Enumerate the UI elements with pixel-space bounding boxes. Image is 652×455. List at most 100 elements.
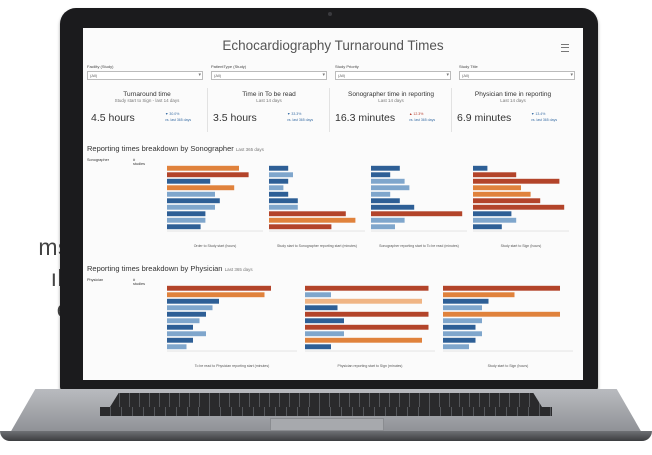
chart-bar — [371, 224, 395, 230]
physician-section: Reporting times breakdown by Physician L… — [87, 264, 579, 374]
camera-icon — [328, 12, 332, 16]
kpi-delta-note: vs. last 365 days — [409, 118, 436, 122]
chart-bar — [167, 344, 187, 350]
chart-bar — [443, 324, 476, 330]
kpi-delta-note: vs. last 365 days — [531, 118, 558, 122]
chart-bar — [443, 344, 469, 350]
chart-bar — [473, 178, 560, 184]
kpi-delta: ▼ 13.4% — [531, 112, 546, 116]
chart-bar — [269, 198, 298, 204]
kpi-delta: ▼ 30.0% — [165, 112, 180, 116]
chart-bar — [443, 285, 560, 291]
kpi-title: Sonographer time in reporting — [348, 91, 434, 98]
chart-bar — [269, 217, 356, 223]
kpi-delta-note: vs. last 365 days — [165, 118, 192, 122]
chart-bar — [443, 318, 482, 324]
kpi-delta: ▼ 33.3% — [287, 112, 302, 116]
chart-bar — [167, 172, 249, 178]
chart-bar — [167, 224, 201, 230]
chart-bar — [473, 185, 521, 191]
filter-select[interactable]: (All) — [211, 71, 327, 80]
chart-bar — [167, 198, 220, 204]
kpi-delta: ▲ 12.3% — [409, 112, 424, 116]
laptop-base-lip — [0, 431, 652, 441]
filter-select[interactable]: (All) — [87, 71, 203, 80]
chart-bar — [371, 185, 410, 191]
chart-bar — [167, 204, 215, 210]
filter-facility[interactable]: Facility (Study) (All) — [87, 64, 203, 80]
chart-bar — [167, 191, 215, 197]
chart-bar — [269, 204, 298, 210]
kpi-subtitle: Last 14 days — [500, 98, 526, 103]
chart-bar — [305, 311, 429, 317]
dashboard-screen: Echocardiography Turnaround Times Facili… — [83, 28, 583, 380]
kpi-subtitle: Last 14 days — [378, 98, 404, 103]
axis-title: Order to Study start (hours) — [193, 244, 237, 248]
kpi-value: 16.3 minutes — [335, 112, 396, 124]
chart-bar — [269, 211, 346, 217]
chart-bar — [269, 185, 284, 191]
chart-bar — [305, 344, 331, 350]
chart-bar — [371, 211, 463, 217]
chart-bar — [473, 165, 488, 171]
keyboard — [110, 393, 542, 407]
kpi-physician-time: Physician time in reporting Last 14 days… — [453, 88, 573, 132]
trackpad — [270, 418, 384, 431]
kpi-delta-note: vs. last 365 days — [287, 118, 314, 122]
chart-bar — [167, 178, 211, 184]
chart-bar — [443, 331, 482, 337]
chart-bar — [167, 337, 193, 343]
physician-bar-charts — [167, 285, 573, 352]
chart-bar — [473, 204, 565, 210]
chart-bar — [167, 324, 193, 330]
chart-bar — [371, 178, 405, 184]
chart-bar — [167, 165, 239, 171]
chart-bar — [473, 217, 517, 223]
chart-bar — [443, 305, 482, 311]
menu-icon[interactable] — [561, 44, 569, 52]
dashboard-title: Echocardiography Turnaround Times — [222, 38, 444, 53]
kpi-title: Time in To be read — [242, 91, 296, 98]
chart-bar — [371, 191, 391, 197]
filter-patient-type[interactable]: PatientType (Study) (All) — [211, 64, 327, 80]
chart-bar — [305, 298, 422, 304]
chart-bar — [305, 324, 429, 330]
sonographer-section: Reporting times breakdown by Sonographer… — [87, 144, 579, 254]
chart-bar — [305, 331, 344, 337]
axis-title: Sonographer reporting start to To be rea… — [379, 244, 459, 248]
chart-bar — [167, 318, 200, 324]
axis-title: To be read to Physician reporting start … — [194, 364, 270, 368]
kpi-value: 3.5 hours — [213, 112, 257, 124]
chart-bar — [473, 224, 502, 230]
chart-bar — [167, 305, 213, 311]
chart-bar — [371, 172, 391, 178]
chart-bar — [269, 178, 289, 184]
chart-bar — [167, 211, 206, 217]
kpi-value: 6.9 minutes — [457, 112, 512, 124]
chart-bar — [269, 224, 332, 230]
chart-bar — [305, 337, 422, 343]
chart-bar — [473, 198, 541, 204]
chart-bar — [167, 217, 206, 223]
filter-study-priority[interactable]: Study Priority (All) — [335, 64, 451, 80]
kpi-sonographer-time: Sonographer time in reporting Last 14 da… — [331, 88, 452, 132]
chart-bar — [167, 298, 219, 304]
chart-bar — [167, 292, 265, 298]
kpi-title: Turnaround time — [123, 91, 171, 98]
filter-study-title[interactable]: Study Title (All) — [459, 64, 575, 80]
filter-select[interactable]: (All) — [335, 71, 451, 80]
chart-bar — [305, 292, 331, 298]
chart-bar — [473, 172, 517, 178]
chart-bar — [305, 305, 338, 311]
filter-bar: Facility (Study) (All) PatientType (Stud… — [87, 64, 579, 84]
filter-select[interactable]: (All) — [459, 71, 575, 80]
kpi-row: Turnaround time Study start to Sign - la… — [87, 88, 579, 132]
filter-label: Study Priority — [335, 64, 359, 69]
kpi-subtitle: Study start to Sign - last 14 days — [114, 98, 180, 103]
chart-bar — [305, 285, 429, 291]
sonographer-bar-charts — [167, 165, 569, 232]
filter-label: PatientType (Study) — [211, 64, 247, 69]
chart-bar — [305, 318, 344, 324]
filter-label: Facility (Study) — [87, 64, 114, 69]
chart-bar — [443, 337, 476, 343]
